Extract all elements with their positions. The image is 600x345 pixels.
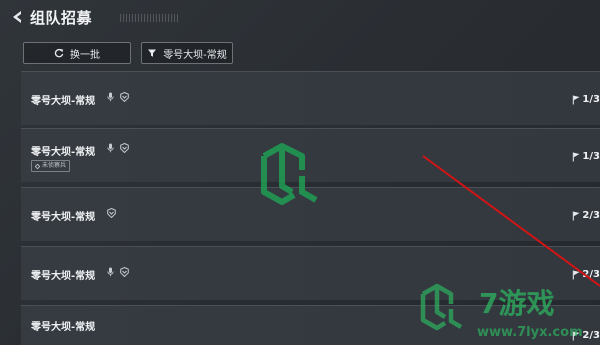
row-icons [107, 208, 116, 218]
member-count-value: 1/3 [582, 151, 600, 162]
team-mode-label: 零号大坝-常规 [31, 147, 96, 158]
member-count: 2/3 [572, 210, 600, 221]
microphone-icon [107, 92, 114, 102]
watermark-brand-text: 7游戏 [479, 287, 554, 320]
team-row[interactable]: 零号大坝-常规 1/3 [21, 71, 600, 125]
team-mode-label: 零号大坝-常规 [31, 96, 96, 107]
header-bar: 组队招募 [0, 0, 600, 36]
rank-badge-icon [120, 143, 129, 153]
member-count: 1/3 [572, 94, 600, 105]
filter-label: 零号大坝-常规 [163, 49, 227, 61]
rank-badge-icon [107, 208, 116, 218]
rank-badge-icon [120, 92, 129, 102]
row-icons [107, 267, 129, 277]
watermark-logo-icon [261, 143, 318, 205]
flag-icon [573, 211, 580, 220]
diamond-icon [35, 163, 40, 169]
filter-icon [148, 49, 157, 57]
refresh-button[interactable]: 换一批 [23, 42, 131, 64]
recruit-screen: { "header": { "title": "组队招募" }, "toolba… [0, 0, 600, 345]
member-count: 1/3 [572, 151, 600, 162]
map-filter-button[interactable]: 零号大坝-常规 [141, 42, 233, 64]
title-decoration [120, 14, 180, 22]
team-mode-label: 零号大坝-常规 [31, 271, 96, 282]
microphone-icon [107, 267, 114, 277]
row-icons [107, 92, 129, 102]
member-count-value: 2/3 [582, 210, 600, 221]
flag-icon [573, 95, 580, 104]
chevron-left-icon [13, 11, 21, 23]
team-mode-label: 零号大坝-常规 [31, 322, 96, 333]
page-title: 组队招募 [30, 9, 93, 27]
role-tag: 未侦察兵 [31, 160, 71, 172]
flag-icon [573, 152, 580, 161]
rank-badge-icon [120, 267, 129, 277]
team-mode-label: 零号大坝-常规 [31, 212, 96, 223]
brand-watermark: 7游戏 www.7lyx.com [420, 283, 583, 340]
back-button[interactable] [10, 9, 24, 25]
refresh-icon [54, 48, 64, 58]
role-tag-label: 未侦察兵 [42, 162, 67, 169]
member-count-value: 1/3 [582, 94, 600, 105]
refresh-label: 换一批 [70, 49, 100, 61]
watermark-url-text: www.7lyx.com [477, 325, 583, 340]
row-icons [107, 143, 129, 153]
microphone-icon [107, 143, 114, 153]
